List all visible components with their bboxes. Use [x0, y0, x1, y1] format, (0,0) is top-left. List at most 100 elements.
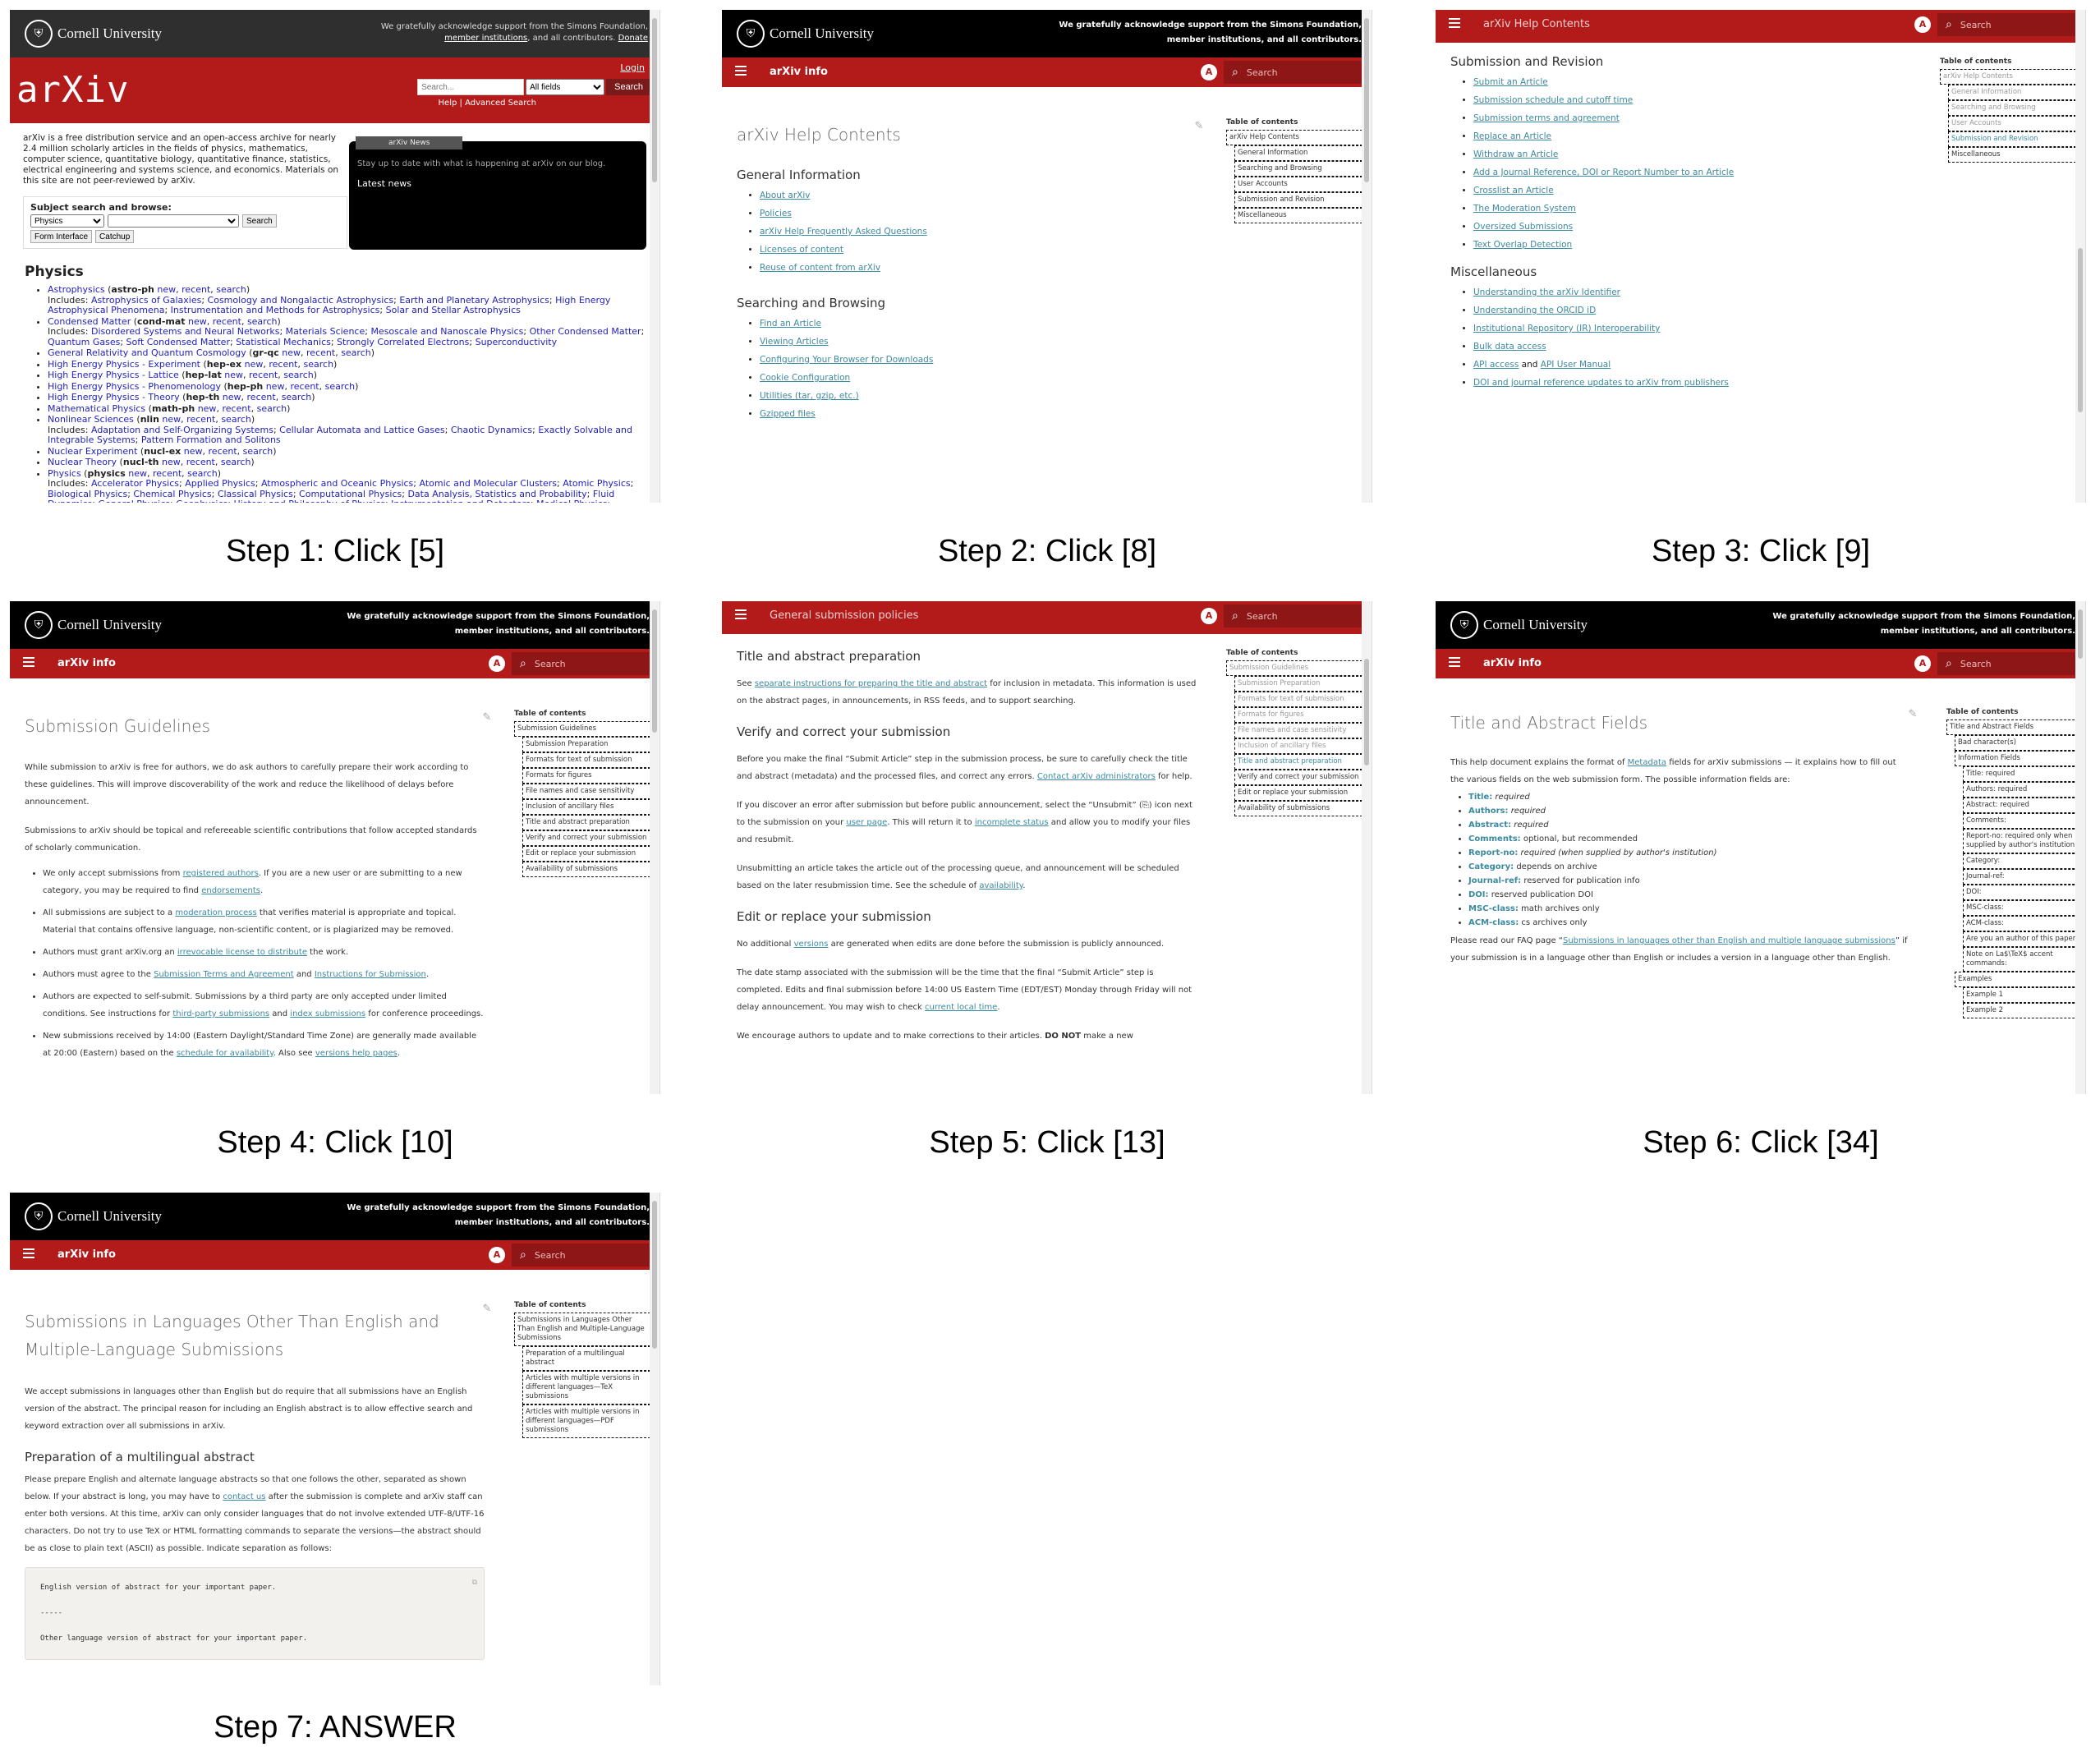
toc-item[interactable]: File names and case sensitivity [522, 784, 650, 799]
toc-item[interactable]: Miscellaneous [1948, 147, 2076, 163]
toc-item[interactable]: General Information [1948, 85, 2076, 100]
inline-link[interactable]: availability [979, 881, 1022, 890]
inline-link[interactable]: irrevocable license to distribute [177, 948, 307, 957]
help-link[interactable]: Oversized Submissions [1473, 222, 1573, 232]
subcategory-link[interactable]: Adaptation and Self-Organizing Systems [91, 425, 273, 435]
accessibility-icon[interactable]: A [1914, 655, 1931, 672]
accessibility-icon[interactable]: A [1914, 16, 1931, 33]
subcategory-link[interactable]: Computational Physics [299, 489, 402, 499]
toc-item[interactable]: Inclusion of ancillary files [1234, 738, 1362, 754]
toc-item[interactable]: Abstract: required [1963, 798, 2083, 813]
subcategory-link[interactable]: Mesoscale and Nanoscale Physics [370, 326, 523, 337]
inline-link[interactable]: versions help pages [315, 1049, 397, 1058]
new-link[interactable]: new [184, 446, 203, 457]
search-box[interactable]: ⌕ Search [1224, 605, 1368, 628]
new-link[interactable]: new [224, 370, 243, 380]
subcategory-link[interactable]: Atomic and Molecular Clusters [419, 478, 557, 489]
help-link[interactable]: Submission schedule and cutoff time [1473, 95, 1633, 105]
archive-link[interactable]: High Energy Physics - Experiment [48, 359, 200, 370]
subcategory-link[interactable]: Applied Physics [185, 478, 255, 489]
toc-item[interactable]: Submission Preparation [1234, 676, 1362, 692]
help-link[interactable]: Reuse of content from arXiv [760, 263, 880, 273]
toc-item[interactable]: Report-no: required only when supplied b… [1963, 829, 2083, 853]
subcategory-link[interactable]: General Physics [98, 499, 170, 503]
edit-icon[interactable]: ✎ [481, 1303, 493, 1317]
toc-item[interactable]: User Accounts [1234, 177, 1362, 192]
search-button[interactable]: Search [606, 79, 651, 95]
help-link[interactable]: The Moderation System [1473, 204, 1576, 214]
recent-link[interactable]: recent [306, 347, 335, 358]
search-link[interactable]: search [257, 403, 287, 414]
toc-item[interactable]: General Information [1234, 145, 1362, 161]
inline-link[interactable]: registered authors [183, 869, 259, 878]
edit-icon[interactable]: ✎ [1907, 708, 1918, 723]
help-link[interactable]: DOI and journal reference updates to arX… [1473, 378, 1729, 388]
toc-item[interactable]: Miscellaneous [1234, 208, 1362, 223]
menu-icon[interactable] [1449, 657, 1460, 669]
toc-item[interactable]: Articles with multiple versions in diffe… [522, 1404, 650, 1438]
advanced-search-link[interactable]: Advanced Search [465, 99, 536, 108]
inline-link[interactable]: user page [846, 818, 887, 827]
field-link[interactable]: DOI: [1468, 890, 1489, 899]
cornell-logo[interactable]: ⛨ Cornell University [25, 20, 162, 48]
toc-item[interactable]: Note on La$\TeX$ accent commands: [1963, 947, 2083, 972]
scrollbar[interactable] [1362, 601, 1372, 1094]
scrollbar[interactable] [650, 601, 659, 1094]
search-box[interactable]: ⌕ Search [1224, 61, 1368, 84]
subcategory-link[interactable]: Astrophysics of Galaxies [91, 295, 201, 306]
toc-item[interactable]: Verify and correct your submission [1234, 770, 1362, 785]
menu-icon[interactable] [23, 1248, 34, 1260]
inline-link[interactable]: endorsements [201, 886, 260, 895]
help-link[interactable]: Submit an Article [1473, 77, 1548, 87]
toc-item[interactable]: Example 1 [1963, 987, 2083, 1003]
archive-link[interactable]: General Relativity and Quantum Cosmology [48, 347, 246, 358]
help-link[interactable]: About arXiv [760, 191, 810, 200]
help-link[interactable]: Policies [760, 209, 792, 218]
help-link[interactable]: Add a Journal Reference, DOI or Report N… [1473, 168, 1734, 177]
search-field-select[interactable]: All fields [526, 79, 605, 95]
recent-link[interactable]: recent [247, 392, 276, 402]
inline-link[interactable]: Submission Terms and Agreement [154, 970, 294, 979]
help-link[interactable]: arXiv Help Frequently Asked Questions [760, 227, 927, 237]
subcategory-link[interactable]: Geophysics [176, 499, 227, 503]
archive-link[interactable]: Condensed Matter [48, 316, 131, 327]
search-link[interactable]: search [325, 381, 356, 392]
toc-item[interactable]: Submission and Revision [1948, 131, 2076, 147]
new-link[interactable]: new [162, 414, 181, 425]
archive-link[interactable]: Mathematical Physics [48, 403, 145, 414]
subcategory-link[interactable]: Strongly Correlated Electrons [337, 337, 469, 347]
help-link[interactable]: Viewing Articles [760, 337, 829, 347]
inline-link[interactable]: versions [794, 940, 829, 949]
inline-link[interactable]: separate instructions for preparing the … [755, 679, 987, 688]
new-link[interactable]: new [282, 347, 301, 358]
inline-link[interactable]: moderation process [175, 908, 256, 917]
toc-item[interactable]: Are you an author of this paper? [1963, 931, 2083, 947]
subcategory-link[interactable]: Pattern Formation and Solitons [141, 434, 281, 445]
edit-icon[interactable]: ✎ [1193, 120, 1205, 135]
toc-item[interactable]: Title: required [1963, 766, 2083, 782]
archive-link[interactable]: Physics [48, 468, 81, 479]
search-box[interactable]: ⌕ Search [512, 1244, 656, 1267]
archive-link[interactable]: Nuclear Theory [48, 457, 117, 467]
archive-link[interactable]: Astrophysics [48, 284, 105, 295]
help-link[interactable]: Understanding the ORCID iD [1473, 306, 1596, 315]
toc-item[interactable]: Formats for figures [1234, 707, 1362, 723]
toc-item[interactable]: arXiv Help Contents [1940, 69, 2076, 85]
recent-link[interactable]: recent [209, 446, 237, 457]
search-link[interactable]: search [221, 457, 251, 467]
recent-link[interactable]: recent [290, 381, 319, 392]
toc-item[interactable]: Authors: required [1963, 782, 2083, 798]
inline-link[interactable]: schedule for availability [177, 1049, 273, 1058]
login-link[interactable]: Login [620, 62, 645, 73]
help-link[interactable]: Help [439, 99, 457, 108]
help-link[interactable]: Crosslist an Article [1473, 186, 1554, 195]
field-link[interactable]: ACM-class: [1468, 918, 1519, 927]
toc-item[interactable]: Availability of submissions [1234, 801, 1362, 816]
toc-item[interactable]: Submission Guidelines [514, 721, 650, 737]
help-link[interactable]: Understanding the arXiv Identifier [1473, 287, 1620, 297]
search-link[interactable]: search [216, 284, 246, 295]
help-link[interactable]: Replace an Article [1473, 131, 1551, 141]
new-link[interactable]: new [223, 392, 241, 402]
search-box[interactable]: ⌕ Search [1937, 13, 2082, 36]
subcategory-link[interactable]: Soft Condensed Matter [126, 337, 230, 347]
